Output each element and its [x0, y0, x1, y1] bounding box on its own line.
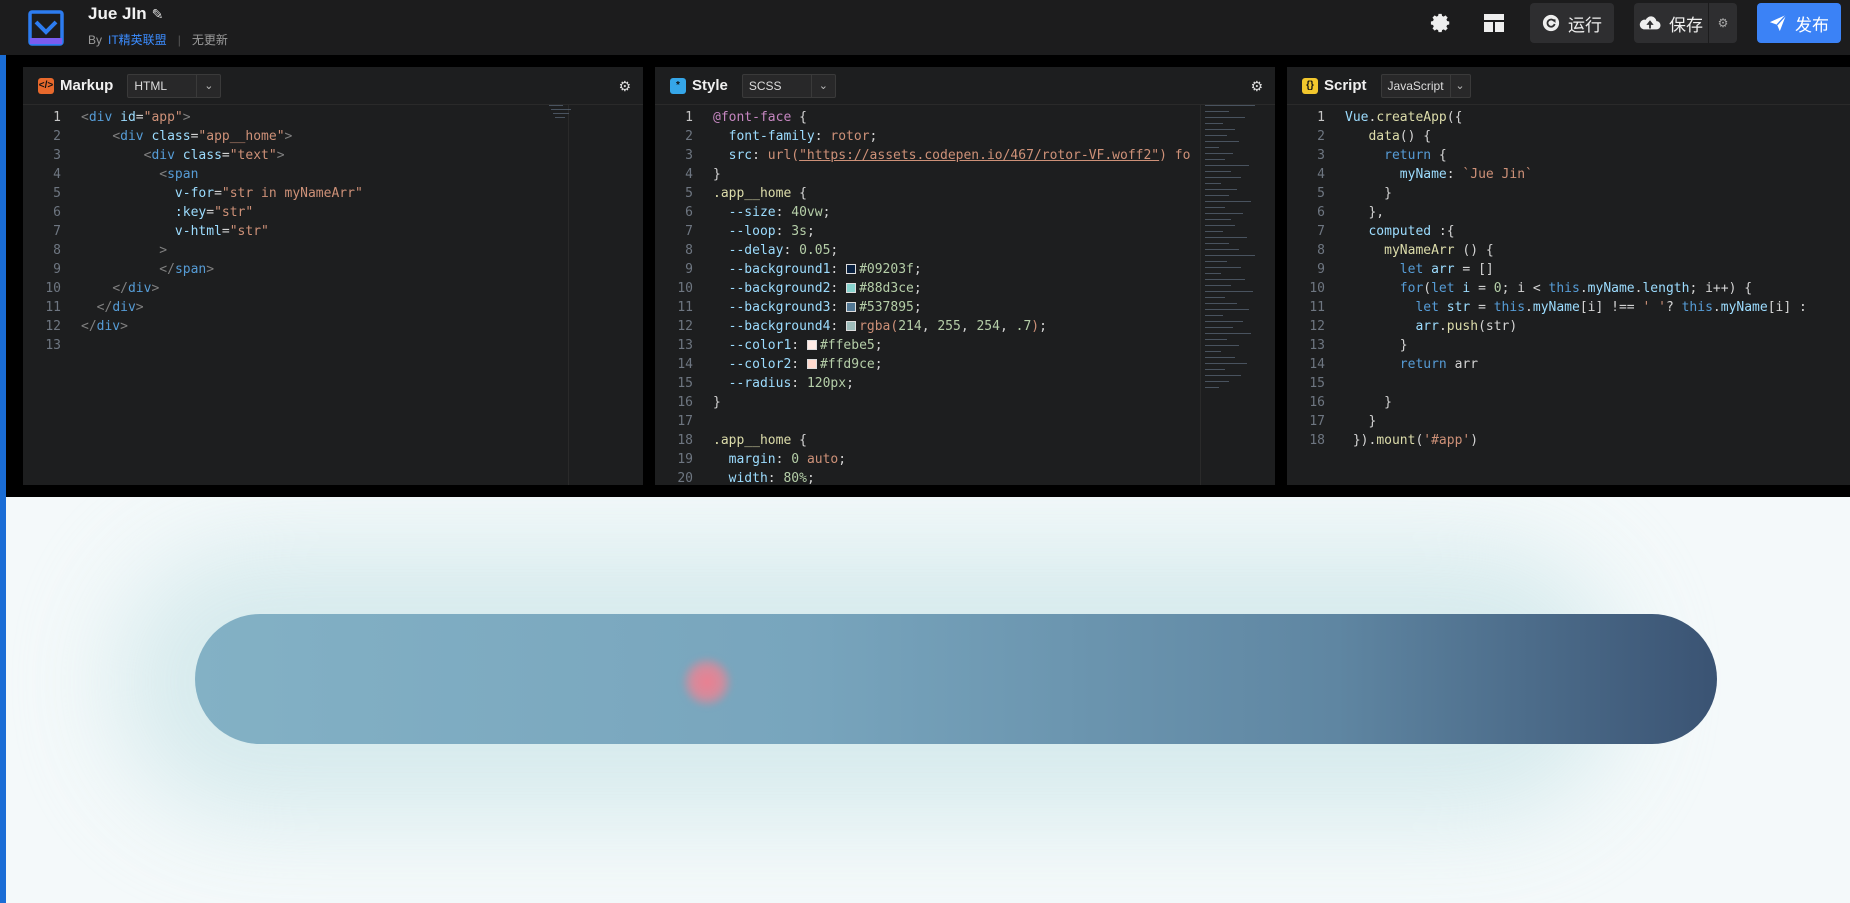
braces-icon: {} — [1302, 77, 1318, 94]
asterisk-icon: * — [670, 77, 686, 94]
gear-icon[interactable] — [1426, 8, 1456, 38]
gear-icon[interactable]: ⚙ — [618, 78, 631, 95]
markup-code-editor[interactable]: 1 <div id="app"> 2 <div class="app__home"… — [23, 105, 643, 355]
script-language-value: JavaScript — [1387, 78, 1444, 93]
code-brackets-icon: </> — [38, 77, 54, 94]
style-panel: * Style SCSS ⌄ ⚙ 1 @font-face { 2 font-fa… — [655, 67, 1275, 485]
app-header: Jue JIn ✎ By IT精英联盟 | 无更新 运行 保存 ⚙ 发布 — [0, 0, 1850, 55]
save-label: 保存 — [1669, 15, 1703, 35]
markup-language-value: HTML — [134, 78, 168, 93]
preview-pink-blob — [682, 657, 732, 707]
gear-icon[interactable]: ⚙ — [1250, 78, 1263, 95]
project-title[interactable]: Jue JIn ✎ — [88, 4, 228, 24]
style-language-select[interactable]: SCSS ⌄ — [741, 73, 836, 98]
style-code-editor[interactable]: 1 @font-face { 2 font-family: rotor; 3 sr… — [655, 105, 1275, 485]
pencil-icon[interactable]: ✎ — [152, 6, 164, 23]
style-panel-title: Style — [692, 77, 728, 94]
app-logo-icon — [28, 10, 64, 46]
style-panel-header: * Style SCSS ⌄ ⚙ — [655, 67, 1275, 105]
script-panel-title: Script — [1324, 77, 1367, 94]
chevron-down-icon[interactable]: ⌄ — [810, 74, 835, 97]
style-minimap[interactable] — [1200, 105, 1260, 485]
preview-rotor-bar — [195, 614, 1717, 744]
chevron-down-icon[interactable]: ⌄ — [196, 74, 220, 97]
save-options-button[interactable]: ⚙ — [1709, 3, 1737, 43]
chevron-down-icon[interactable]: ⌄ — [1449, 74, 1470, 97]
update-status: 无更新 — [191, 33, 228, 47]
markup-panel-title: Markup — [60, 77, 114, 94]
project-meta: By IT精英联盟 | 无更新 — [88, 31, 228, 48]
author-prefix: By — [88, 32, 103, 47]
meta-divider: | — [177, 32, 181, 47]
editor-strip: </> Markup HTML ⌄ ⚙ 1 <div id="app"> 2 <d… — [0, 55, 1850, 497]
small-gear-icon: ⚙ — [1717, 16, 1729, 30]
script-panel-header: {} Script JavaScript ⌄ — [1287, 67, 1850, 105]
style-language-value: SCSS — [748, 78, 782, 93]
markup-panel: </> Markup HTML ⌄ ⚙ 1 <div id="app"> 2 <d… — [23, 67, 643, 485]
send-icon — [1769, 14, 1787, 32]
cloud-upload-icon — [1639, 16, 1661, 30]
author-link[interactable]: IT精英联盟 — [108, 31, 167, 48]
markup-language-select[interactable]: HTML ⌄ — [127, 73, 222, 98]
script-panel: {} Script JavaScript ⌄ 1 Vue.createApp({ … — [1287, 67, 1850, 485]
layout-grid-icon[interactable] — [1479, 8, 1509, 38]
markup-panel-header: </> Markup HTML ⌄ ⚙ — [23, 67, 643, 105]
project-title-text[interactable]: Jue JIn — [88, 4, 147, 24]
script-code-editor[interactable]: 1 Vue.createApp({ 2 data() { 3 return { 4… — [1287, 105, 1850, 450]
preview-pane — [6, 497, 1850, 903]
run-label: 运行 — [1568, 15, 1602, 35]
run-button[interactable]: 运行 — [1530, 3, 1614, 43]
publish-label: 发布 — [1795, 15, 1829, 35]
markup-minimap[interactable] — [549, 105, 628, 485]
refresh-icon — [1542, 14, 1560, 32]
script-language-select[interactable]: JavaScript ⌄ — [1380, 73, 1471, 98]
save-button[interactable]: 保存 — [1634, 3, 1708, 43]
publish-button[interactable]: 发布 — [1757, 3, 1841, 43]
